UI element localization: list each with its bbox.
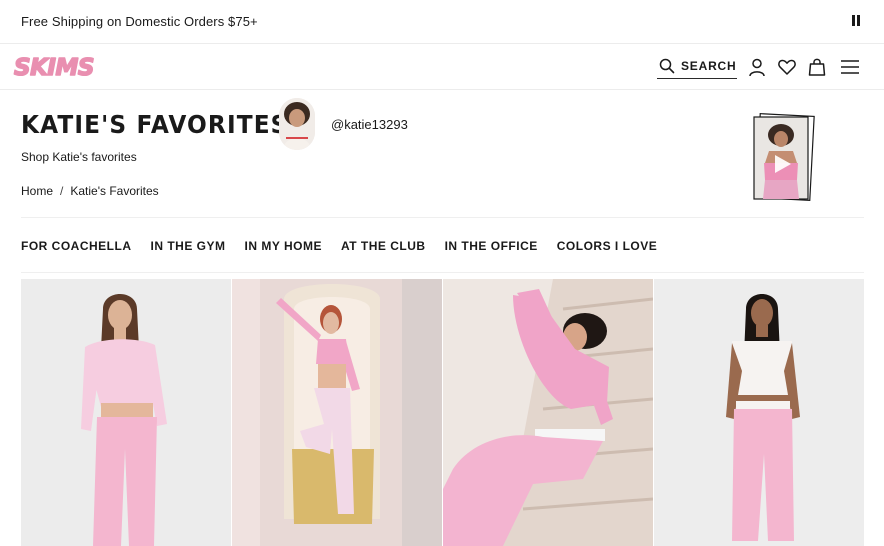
tab-in-the-office[interactable]: IN THE OFFICE: [445, 239, 538, 255]
page-subtitle: Shop Katie's favorites: [21, 150, 137, 164]
product-image: [443, 279, 653, 546]
page-title: KATIE'S FAVORITES: [21, 110, 289, 139]
divider: [21, 272, 864, 273]
breadcrumb-home-link[interactable]: Home: [21, 184, 53, 198]
product-card[interactable]: [21, 279, 231, 546]
creator-handle[interactable]: @katie13293: [331, 117, 408, 132]
promo-text: Free Shipping on Domestic Orders $75+: [21, 14, 258, 29]
product-card[interactable]: [232, 279, 442, 546]
divider: [21, 217, 864, 218]
tab-in-the-gym[interactable]: IN THE GYM: [151, 239, 226, 255]
product-image: [654, 279, 864, 546]
skims-logo[interactable]: SKIMS: [12, 54, 108, 82]
account-icon[interactable]: [747, 57, 767, 77]
tab-at-the-club[interactable]: AT THE CLUB: [341, 239, 426, 255]
breadcrumb-separator: /: [60, 184, 64, 198]
search-button[interactable]: SEARCH: [657, 55, 737, 79]
promo-bar: Free Shipping on Domestic Orders $75+: [0, 0, 884, 44]
menu-hamburger-icon[interactable]: [840, 57, 860, 77]
product-image: [21, 279, 231, 546]
logo-wordmark: SKIMS: [14, 55, 94, 80]
category-tabs: FOR COACHELLA IN THE GYM IN MY HOME AT T…: [21, 239, 657, 255]
pause-icon[interactable]: [851, 15, 861, 27]
avatar: [279, 98, 315, 150]
site-header: SKIMS SEARCH: [0, 45, 884, 90]
product-image: [232, 279, 442, 546]
breadcrumb-current: Katie's Favorites: [70, 184, 159, 198]
wishlist-heart-icon[interactable]: [777, 57, 797, 77]
tab-colors-i-love[interactable]: COLORS I LOVE: [557, 239, 658, 255]
breadcrumb: Home / Katie's Favorites: [21, 184, 159, 198]
product-card[interactable]: [443, 279, 653, 546]
shopping-bag-icon[interactable]: [807, 57, 827, 77]
tab-for-coachella[interactable]: FOR COACHELLA: [21, 239, 132, 255]
video-thumbnail[interactable]: [749, 113, 815, 201]
product-card[interactable]: [654, 279, 864, 546]
search-icon: [659, 58, 675, 74]
tab-in-my-home[interactable]: IN MY HOME: [245, 239, 322, 255]
search-label: SEARCH: [681, 59, 737, 73]
